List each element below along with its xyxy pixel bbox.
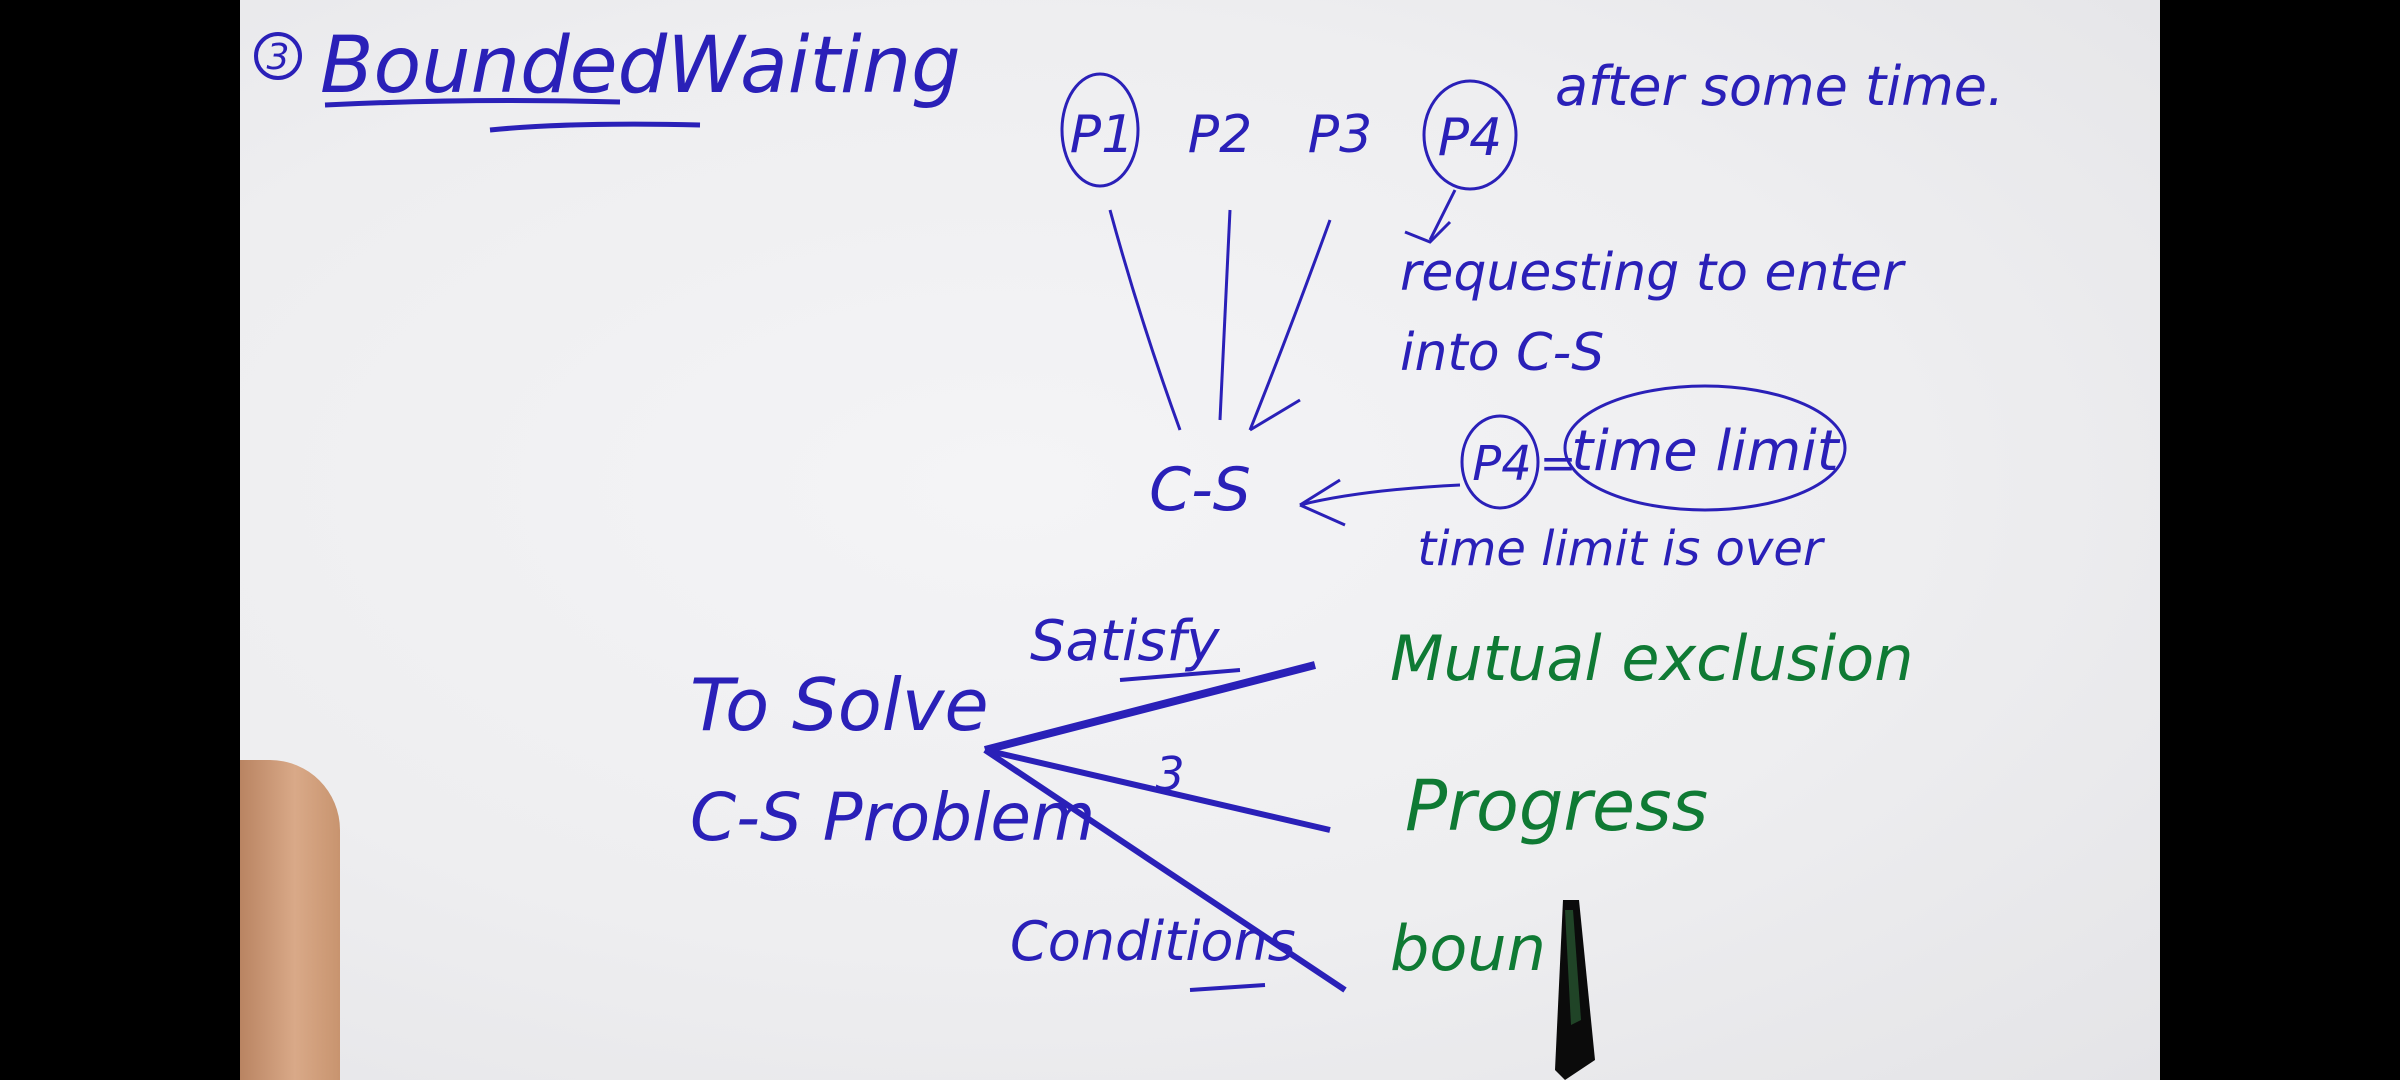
arrowhead-p4-cs (1299, 478, 1346, 527)
process-p4: P4 (1438, 108, 1502, 168)
presenter-hand (240, 760, 340, 1080)
requirement-bounded: boun (1390, 912, 1546, 985)
requirement-progress: Progress (1405, 765, 1708, 847)
marker-pen-icon (1555, 900, 1595, 1080)
three-label: 3 (1155, 747, 1184, 801)
note-requesting: requesting to enter (1400, 243, 1907, 303)
title-number: 3 (267, 37, 290, 78)
cs-problem: C-S Problem (690, 779, 1095, 856)
whiteboard-ink: 3 BoundedWaiting P1 P2 P3 P4 after some … (254, 21, 2004, 993)
satisfy-label: Satisfy (1030, 609, 1220, 674)
process-p3: P3 (1308, 105, 1372, 165)
video-frame: 3 BoundedWaiting P1 P2 P3 P4 after some … (0, 0, 2400, 1080)
arrow-p2-cs (1218, 209, 1232, 421)
process-p1: P1 (1070, 105, 1134, 165)
conditions-underline (1189, 983, 1266, 992)
time-limit-over: time limit is over (1417, 521, 1825, 577)
requirement-mutual-exclusion: Mutual exclusion (1390, 622, 1914, 695)
cs-label: C-S (1149, 455, 1251, 525)
p4-time-label: P4 (1472, 436, 1531, 492)
time-limit: time limit (1571, 419, 1841, 484)
arrow-p3-cs (1248, 219, 1332, 431)
to-solve: To Solve (690, 663, 989, 747)
p4-note-arrowhead (1404, 220, 1452, 244)
note-into-cs: into C-S (1400, 323, 1604, 383)
note-after-some-time: after some time. (1555, 55, 2004, 118)
conditions-label: Conditions (1010, 910, 1296, 973)
p4-note-arrow (1428, 189, 1457, 241)
arrow-p4-cs (1299, 483, 1461, 507)
process-p2: P2 (1188, 105, 1252, 165)
title-text: BoundedWaiting (320, 21, 961, 111)
arrow-p1-cs (1108, 209, 1182, 431)
title-underline-2 (489, 121, 701, 133)
